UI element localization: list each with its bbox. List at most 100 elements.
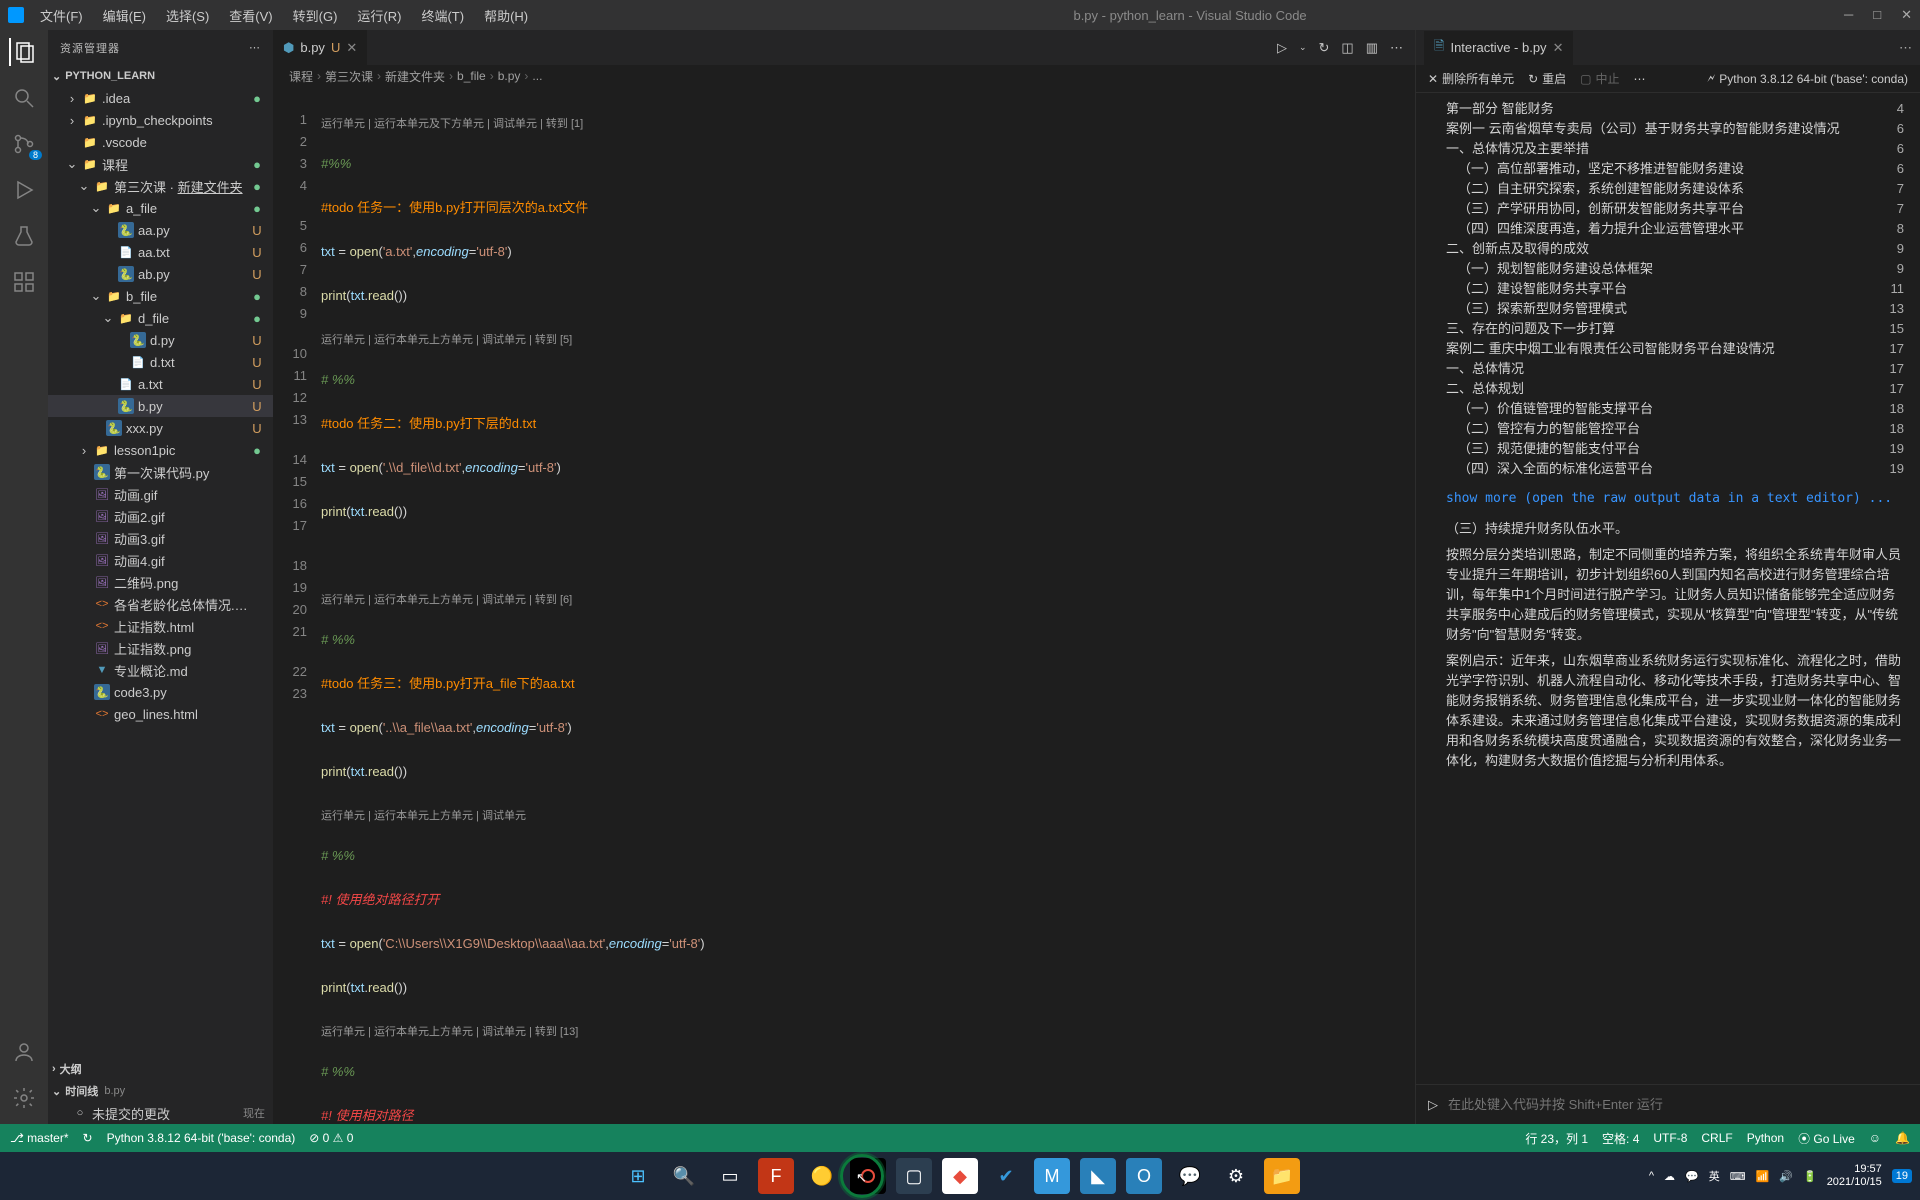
interrupt-button[interactable]: ▢ 中止: [1580, 70, 1619, 87]
tree-item[interactable]: 🖼动画2.gif: [48, 505, 273, 527]
menu-item[interactable]: 选择(S): [158, 2, 217, 29]
minimize-button[interactable]: ─: [1844, 7, 1853, 23]
editor-more-icon[interactable]: ⋯: [1390, 40, 1403, 56]
tray-chevron-icon[interactable]: ^: [1649, 1170, 1654, 1182]
tab-bpy[interactable]: ⬢ b.py U ✕: [273, 30, 368, 65]
interactive-tab-close-icon[interactable]: ✕: [1553, 40, 1564, 56]
tree-item[interactable]: 🐍第一次课代码.py: [48, 461, 273, 483]
tree-item[interactable]: <>上证指数.html: [48, 615, 273, 637]
tree-item[interactable]: 📄aa.txtU: [48, 241, 273, 263]
timeline-item[interactable]: ○未提交的更改现在: [48, 1102, 273, 1124]
taskbar-chrome-icon[interactable]: 🟡: [804, 1158, 840, 1194]
tray-battery-icon[interactable]: 🔋: [1803, 1170, 1817, 1183]
tree-item[interactable]: 🐍b.pyU: [48, 395, 273, 417]
task-view-icon[interactable]: ▭: [712, 1158, 748, 1194]
outline-section[interactable]: ›大纲: [48, 1058, 273, 1080]
tray-input-icon[interactable]: ⌨: [1730, 1170, 1746, 1183]
search-icon[interactable]: [10, 84, 38, 112]
status-eol[interactable]: CRLF: [1701, 1131, 1732, 1145]
tree-item[interactable]: ⌄📁a_file●: [48, 197, 273, 219]
tray-wifi-icon[interactable]: 📶: [1756, 1170, 1770, 1183]
taskbar-settings-icon[interactable]: ⚙: [1218, 1158, 1254, 1194]
code-lens[interactable]: 运行单元 | 运行本单元上方单元 | 调试单元 | 转到 [6]: [321, 589, 1415, 607]
code-lens[interactable]: 运行单元 | 运行本单元及下方单元 | 调试单元 | 转到 [1]: [321, 113, 1415, 131]
tree-item[interactable]: ›📁.ipynb_checkpoints: [48, 109, 273, 131]
explorer-icon[interactable]: [9, 38, 37, 66]
tree-item[interactable]: ⌄📁第三次课 · 新建文件夹●: [48, 175, 273, 197]
show-more-link[interactable]: show more (open the raw output data in a…: [1446, 489, 1904, 509]
taskbar-app-4[interactable]: M: [1034, 1158, 1070, 1194]
status-branch[interactable]: ⎇ master*: [10, 1131, 69, 1145]
refresh-icon[interactable]: ↻: [1319, 40, 1330, 56]
maximize-button[interactable]: □: [1873, 7, 1881, 23]
run-icon[interactable]: ▷: [1277, 40, 1287, 56]
tree-item[interactable]: 🐍code3.py: [48, 681, 273, 703]
toolbar-more-icon[interactable]: ⋯: [1634, 72, 1646, 86]
taskbar-app-3[interactable]: ✔: [988, 1158, 1024, 1194]
status-problems[interactable]: ⊘ 0 ⚠ 0: [309, 1131, 353, 1145]
tray-ime-icon[interactable]: 英: [1709, 1168, 1720, 1184]
tree-item[interactable]: 🐍ab.pyU: [48, 263, 273, 285]
sidebar-more-icon[interactable]: ⋯: [249, 41, 261, 54]
code-lens[interactable]: 运行单元 | 运行本单元上方单元 | 调试单元 | 转到 [5]: [321, 329, 1415, 347]
tree-item[interactable]: 🖼动画4.gif: [48, 549, 273, 571]
clear-all-button[interactable]: ✕ 删除所有单元: [1428, 70, 1514, 87]
tree-item[interactable]: 🖼动画3.gif: [48, 527, 273, 549]
tree-item[interactable]: ⌄📁d_file●: [48, 307, 273, 329]
tree-item[interactable]: 🐍aa.pyU: [48, 219, 273, 241]
taskbar-app-1[interactable]: F: [758, 1158, 794, 1194]
system-tray[interactable]: ^ ☁ 💬 英 ⌨ 📶 🔊 🔋 19:572021/10/15 19: [1649, 1163, 1912, 1189]
taskbar-wechat-icon[interactable]: 💬: [1172, 1158, 1208, 1194]
menu-item[interactable]: 转到(G): [285, 2, 346, 29]
execute-icon[interactable]: ▷: [1428, 1097, 1438, 1113]
tray-notifications-icon[interactable]: 19: [1892, 1169, 1912, 1183]
status-spaces[interactable]: 空格: 4: [1602, 1130, 1639, 1147]
tray-volume-icon[interactable]: 🔊: [1779, 1170, 1793, 1183]
accounts-icon[interactable]: [10, 1038, 38, 1066]
close-button[interactable]: ✕: [1901, 7, 1912, 23]
tree-item[interactable]: 🐍d.pyU: [48, 329, 273, 351]
tab-close-icon[interactable]: ✕: [346, 40, 357, 56]
tree-item[interactable]: 🖼上证指数.png: [48, 637, 273, 659]
tree-item[interactable]: ▼专业概论.md: [48, 659, 273, 681]
tree-item[interactable]: ›📁lesson1pic●: [48, 439, 273, 461]
minimap[interactable]: [1355, 87, 1415, 1124]
project-section[interactable]: ⌄PYTHON_LEARN: [48, 65, 273, 87]
tree-item[interactable]: 📄a.txtU: [48, 373, 273, 395]
layout-icon[interactable]: ▥: [1366, 40, 1378, 56]
interactive-input[interactable]: [1448, 1097, 1908, 1112]
tree-item[interactable]: ⌄📁课程●: [48, 153, 273, 175]
menu-item[interactable]: 帮助(H): [476, 2, 536, 29]
interactive-more-icon[interactable]: ⋯: [1899, 40, 1912, 56]
extensions-icon[interactable]: [10, 268, 38, 296]
status-encoding[interactable]: UTF-8: [1653, 1131, 1687, 1145]
tray-onedrive-icon[interactable]: ☁: [1664, 1170, 1675, 1183]
menu-item[interactable]: 文件(F): [32, 2, 91, 29]
code-lens[interactable]: 运行单元 | 运行本单元上方单元 | 调试单元: [321, 805, 1415, 823]
status-language[interactable]: Python: [1747, 1131, 1784, 1145]
tree-item[interactable]: 🐍xxx.pyU: [48, 417, 273, 439]
menu-item[interactable]: 查看(V): [221, 2, 280, 29]
run-dropdown-icon[interactable]: ⌄: [1299, 42, 1307, 53]
taskbar-terminal-icon[interactable]: ▢: [896, 1158, 932, 1194]
restart-button[interactable]: ↻ 重启: [1528, 70, 1566, 87]
split-editor-icon[interactable]: ◫: [1341, 40, 1353, 56]
source-control-icon[interactable]: [10, 130, 38, 158]
taskbar-app-6[interactable]: O: [1126, 1158, 1162, 1194]
menu-item[interactable]: 编辑(E): [95, 2, 154, 29]
tree-item[interactable]: 🖼二维码.png: [48, 571, 273, 593]
settings-gear-icon[interactable]: [10, 1084, 38, 1112]
taskbar-explorer-icon[interactable]: 📁: [1264, 1158, 1300, 1194]
kernel-selector[interactable]: 🗲 Python 3.8.12 64-bit ('base': conda): [1707, 71, 1908, 86]
run-debug-icon[interactable]: [10, 176, 38, 204]
status-golive[interactable]: ⦿ Go Live: [1798, 1130, 1855, 1147]
output-area[interactable]: 第一部分 智能财务4案例一 云南省烟草专卖局（公司）基于财务共享的智能财务建设情…: [1416, 93, 1920, 1084]
taskbar-app-5[interactable]: ◣: [1080, 1158, 1116, 1194]
status-bell-icon[interactable]: 🔔: [1895, 1131, 1910, 1145]
tree-item[interactable]: ⌄📁b_file●: [48, 285, 273, 307]
interactive-tab[interactable]: 🗎 Interactive - b.py ✕: [1424, 31, 1573, 65]
tree-item[interactable]: <>各省老龄化总体情况.html: [48, 593, 273, 615]
timeline-section[interactable]: ⌄时间线 b.py: [48, 1080, 273, 1102]
breadcrumb[interactable]: 课程›第三次课›新建文件夹›b_file›b.py›...: [273, 65, 1415, 87]
status-python[interactable]: Python 3.8.12 64-bit ('base': conda): [107, 1131, 296, 1145]
